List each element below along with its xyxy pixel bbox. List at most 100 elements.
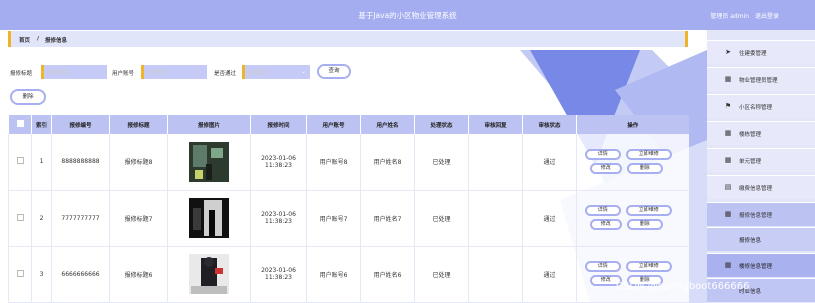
cell-status: 已处理 xyxy=(414,134,469,191)
send-icon: ➤ xyxy=(725,48,731,56)
cell-reply xyxy=(468,134,523,191)
cell-audit: 通过 xyxy=(522,246,577,303)
column-header: 审核回复 xyxy=(468,115,523,134)
edit-button[interactable]: 修改 xyxy=(589,162,622,174)
cell-account: 用户账号8 xyxy=(306,134,361,191)
column-header: 报修图片 xyxy=(167,115,251,134)
delete-button[interactable]: 删除 xyxy=(626,162,663,174)
sidebar-item-label: 楼栋管理 xyxy=(739,132,762,138)
detail-button[interactable]: 详情 xyxy=(584,261,621,272)
table-row: 3 6666666666 报修标题6 2023-01-06 11:38:23 用… xyxy=(8,246,689,303)
column-header: 报修标题 xyxy=(109,115,168,134)
handled-select-placeholder: 是否通过 xyxy=(248,70,269,76)
cell-time: 2023-01-06 11:38:23 xyxy=(250,134,307,191)
repair-table: 索引 报修编号 报修标题 报修图片 报修时间 用户账号 用户姓名 处理状态 审核… xyxy=(8,115,689,303)
cell-number: 8888888888 xyxy=(51,134,110,191)
cell-time: 2023-01-06 11:38:23 xyxy=(250,190,307,247)
breadcrumb-current: 报修信息 xyxy=(45,38,68,44)
grid-icon: ▦ xyxy=(724,210,732,218)
watermark: CSDN @springboot666666 xyxy=(616,281,750,292)
sidebar-item-label: 报修信息管理 xyxy=(739,213,773,219)
select-all-header[interactable] xyxy=(8,115,32,134)
row-actions: 详情 立即维修 修改 删除 xyxy=(578,203,688,233)
edit-button[interactable]: 修改 xyxy=(589,219,622,230)
select-all-checkbox[interactable] xyxy=(16,120,24,127)
repair-now-button[interactable]: 立即维修 xyxy=(625,148,672,160)
cell-name: 用户姓名8 xyxy=(360,134,415,191)
account-label: 用户账号 xyxy=(112,71,135,77)
query-button[interactable]: 查询 xyxy=(317,64,351,79)
cell-audit: 通过 xyxy=(522,190,577,247)
cell-status: 已处理 xyxy=(414,246,469,303)
sidebar-item-property-admin[interactable]: ▦ 物业管理员管理 xyxy=(707,67,815,91)
delete-button[interactable]: 删除 xyxy=(626,219,663,230)
breadcrumb: 首页 / 报修信息 xyxy=(8,31,688,47)
grid-icon: ▦ xyxy=(724,156,732,164)
delete-selected-button[interactable]: 删除 xyxy=(10,89,46,105)
sidebar: ➤ 住建委管理 ▦ 物业管理员管理 ⚑ 小区名称管理 ▦ 楼栋管理 ▦ 单元管理… xyxy=(707,30,815,303)
sidebar-item-label: 楼修信息管理 xyxy=(739,264,773,270)
table-icon: ▤ xyxy=(724,183,732,191)
column-header: 报修时间 xyxy=(250,115,307,134)
table-header-row: 索引 报修编号 报修标题 报修图片 报修时间 用户账号 用户姓名 处理状态 审核… xyxy=(8,115,689,134)
repair-now-button[interactable]: 立即维修 xyxy=(625,261,672,272)
breadcrumb-separator: / xyxy=(37,36,40,42)
sidebar-item-housing-committee[interactable]: ➤ 住建委管理 xyxy=(707,40,815,64)
cell-reply xyxy=(468,246,523,303)
sidebar-item-label: 报修信息 xyxy=(739,238,762,244)
table-row: 2 7777777777 报修标题7 2023-01-06 11:38:23 用… xyxy=(8,190,689,247)
detail-button[interactable]: 详情 xyxy=(584,205,621,216)
cell-status: 已处理 xyxy=(414,190,469,247)
cell-time: 2023-01-06 11:38:23 xyxy=(250,246,307,303)
sidebar-item-unit[interactable]: ▦ 单元管理 xyxy=(707,148,815,172)
title-label: 报修标题 xyxy=(10,71,33,77)
sidebar-item-label: 物业管理员管理 xyxy=(739,78,778,84)
column-header: 索引 xyxy=(31,115,52,134)
sidebar-item-repair[interactable]: ▦ 报修信息管理 xyxy=(707,202,815,226)
breadcrumb-home[interactable]: 首页 xyxy=(19,36,30,44)
handled-label: 是否通过 xyxy=(214,71,237,77)
table-row: 1 8888888888 报修标题8 2023-01-06 11:38:23 用… xyxy=(8,134,689,191)
repair-photo[interactable] xyxy=(189,141,229,182)
cell-audit: 通过 xyxy=(522,134,577,191)
row-actions: 详情 立即维修 修改 删除 xyxy=(578,147,688,177)
sidebar-item-building[interactable]: ▦ 楼栋管理 xyxy=(707,121,815,145)
sidebar-subitem-repair-info[interactable]: 报修信息 xyxy=(707,227,815,251)
repair-photo[interactable] xyxy=(189,198,229,238)
search-bar: 报修标题 报修标题 用户账号 用户账号 是否通过 是否通过 ⌄ 查询 xyxy=(8,63,708,81)
app-title: 基于Java的小区物业管理系统 xyxy=(358,11,457,20)
grid-icon: ▦ xyxy=(724,129,732,137)
cell-number: 6666666666 xyxy=(51,246,110,303)
repair-now-button[interactable]: 立即维修 xyxy=(625,205,672,216)
grid-icon: ▦ xyxy=(724,75,732,83)
user-info: 管理员 admin 退出登录 xyxy=(706,11,779,20)
column-header: 用户姓名 xyxy=(360,115,415,134)
column-header: 操作 xyxy=(576,115,689,134)
sidebar-item-label: 缴费信息管理 xyxy=(739,186,773,192)
cell-title: 报修标题7 xyxy=(109,190,168,247)
logout-link[interactable]: 退出登录 xyxy=(755,13,779,20)
sidebar-item-label: 住建委管理 xyxy=(739,51,767,57)
row-checkbox[interactable] xyxy=(16,213,24,221)
sidebar-item-community-name[interactable]: ⚑ 小区名称管理 xyxy=(707,94,815,118)
grid-icon: ▦ xyxy=(724,261,732,269)
sidebar-item-overlay[interactable]: ▦ 楼修信息管理 xyxy=(707,253,815,277)
column-header: 用户账号 xyxy=(306,115,361,134)
account-search-input[interactable]: 用户账号 xyxy=(141,65,207,79)
top-bar: 基于Java的小区物业管理系统 管理员 admin 退出登录 xyxy=(0,0,815,30)
cell-account: 用户账号6 xyxy=(306,246,361,303)
cell-index: 1 xyxy=(31,134,52,191)
row-checkbox[interactable] xyxy=(16,157,24,165)
cell-index: 2 xyxy=(31,190,52,247)
column-header: 报修编号 xyxy=(51,115,110,134)
row-checkbox[interactable] xyxy=(16,269,24,277)
repair-photo[interactable] xyxy=(189,254,229,294)
title-search-input[interactable]: 报修标题 xyxy=(41,65,107,79)
sidebar-item-payment[interactable]: ▤ 缴费信息管理 xyxy=(707,175,815,199)
flag-icon: ⚑ xyxy=(724,102,732,110)
chevron-down-icon: ⌄ xyxy=(300,68,306,75)
user-role-name: 管理员 admin xyxy=(710,13,750,20)
detail-button[interactable]: 详情 xyxy=(584,148,621,160)
cell-index: 3 xyxy=(31,246,52,303)
handled-select[interactable]: 是否通过 ⌄ xyxy=(242,65,310,79)
